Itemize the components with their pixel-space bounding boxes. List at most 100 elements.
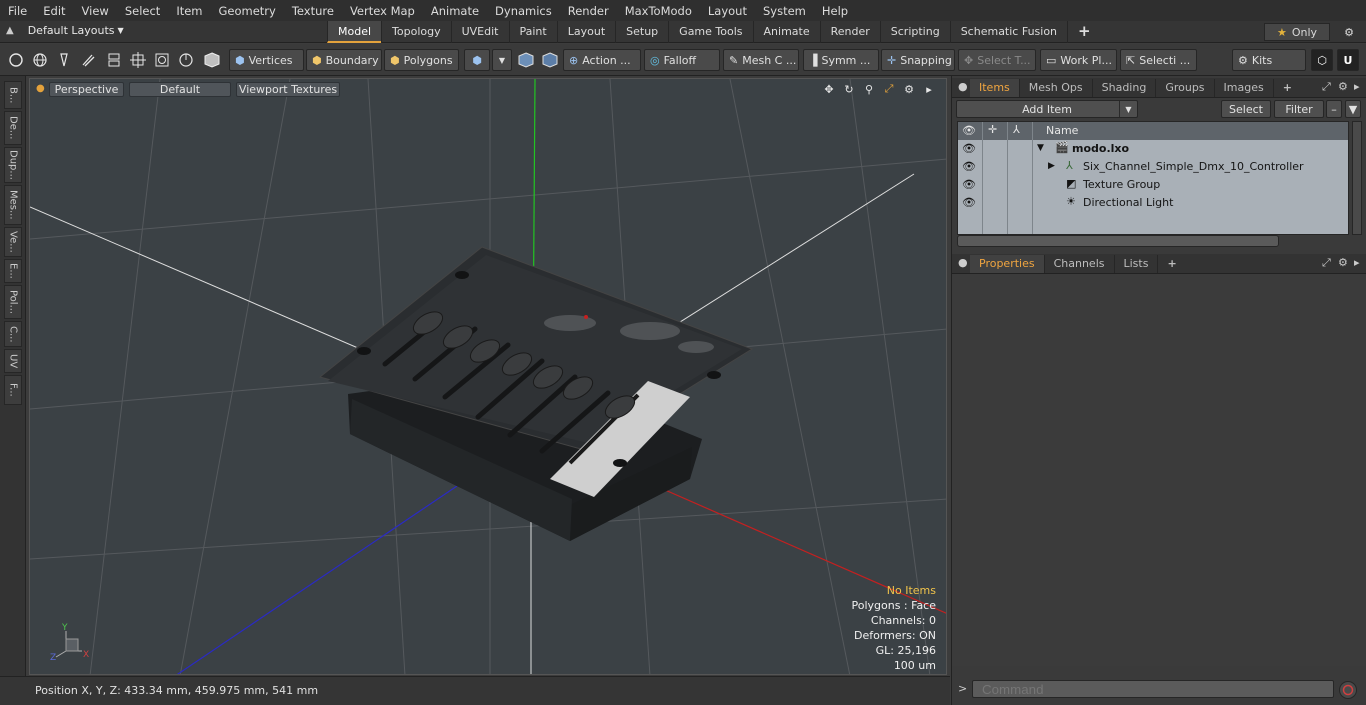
type-column-icon[interactable]: ⅄ bbox=[1013, 123, 1020, 136]
name-column-header[interactable]: Name bbox=[1046, 124, 1078, 137]
vertices-button[interactable]: ⬢ Vertices bbox=[229, 49, 304, 71]
menu-view[interactable]: View bbox=[74, 4, 117, 18]
tab-schematic-fusion[interactable]: Schematic Fusion bbox=[949, 21, 1067, 43]
tab-uvedit[interactable]: UVEdit bbox=[450, 21, 509, 43]
viewport-scene[interactable] bbox=[30, 79, 947, 675]
tab-properties[interactable]: Properties bbox=[970, 255, 1045, 273]
left-tab-edge[interactable]: E... bbox=[4, 259, 22, 283]
boundary-button[interactable]: ⬢ Boundary bbox=[306, 49, 382, 71]
tab-channels[interactable]: Channels bbox=[1045, 255, 1115, 273]
command-history-button[interactable] bbox=[1339, 681, 1357, 699]
select-circle-icon[interactable] bbox=[6, 50, 26, 70]
tab-game-tools[interactable]: Game Tools bbox=[668, 21, 752, 43]
tab-groups[interactable]: Groups bbox=[1156, 79, 1215, 97]
maximize-view-icon[interactable]: ⤢ bbox=[882, 81, 896, 97]
tab-layout[interactable]: Layout bbox=[556, 21, 615, 43]
menu-geometry[interactable]: Geometry bbox=[211, 4, 284, 18]
falloff-button[interactable]: ◎ Falloff bbox=[644, 49, 720, 71]
left-tab-deform[interactable]: De... bbox=[4, 111, 22, 145]
viewport-gear-icon[interactable]: ⚙ bbox=[902, 81, 916, 97]
view-perspective-button[interactable]: Perspective bbox=[49, 82, 124, 97]
left-tab-polygon[interactable]: Pol... bbox=[4, 285, 22, 319]
tree-row-scene[interactable]: 👁 ▼ 🎬 modo.lxo bbox=[958, 140, 1348, 158]
left-tab-vertex[interactable]: Ve... bbox=[4, 227, 22, 257]
globe-icon[interactable] bbox=[30, 50, 50, 70]
lock-column-icon[interactable]: ✛ bbox=[988, 123, 997, 136]
item-mode-icon[interactable] bbox=[202, 50, 222, 70]
item-list-horizontal-scrollbar[interactable] bbox=[957, 235, 1279, 247]
command-input[interactable] bbox=[972, 680, 1334, 698]
menu-layout[interactable]: Layout bbox=[700, 4, 755, 18]
tree-row-directional-light[interactable]: 👁 ☀ Directional Light bbox=[958, 194, 1348, 212]
mode-dropdown-button[interactable]: ▼ bbox=[492, 49, 512, 71]
snapping-button[interactable]: ✛ Snapping bbox=[881, 49, 955, 71]
kits-button[interactable]: ⚙ Kits bbox=[1232, 49, 1306, 71]
expand-arrow-down-icon[interactable]: ▼ bbox=[1037, 143, 1044, 153]
add-panel-tab-plus-icon[interactable]: + bbox=[1274, 79, 1301, 97]
menu-file[interactable]: File bbox=[0, 4, 35, 18]
eye-icon[interactable]: 👁 bbox=[962, 160, 976, 173]
left-tab-mesh-edit[interactable]: Mes... bbox=[4, 185, 22, 225]
filter-button[interactable]: Filter bbox=[1274, 100, 1324, 118]
menu-maxtomodo[interactable]: MaxToModo bbox=[617, 4, 700, 18]
align-icon[interactable] bbox=[104, 50, 124, 70]
3d-viewport[interactable]: ● Perspective Default Viewport Textures … bbox=[29, 78, 947, 675]
viewport-arrow-right-icon[interactable]: ▸ bbox=[922, 81, 936, 97]
select-button[interactable]: Select bbox=[1221, 100, 1271, 118]
element-icon[interactable] bbox=[152, 50, 172, 70]
panel-menu-dot-icon[interactable]: ● bbox=[958, 80, 968, 93]
unreal-button[interactable]: U bbox=[1337, 49, 1359, 71]
panel-gear-icon[interactable]: ⚙ bbox=[1338, 80, 1348, 93]
panel-menu-dot-icon[interactable]: ● bbox=[958, 256, 968, 269]
left-tab-fusion[interactable]: F... bbox=[4, 375, 22, 405]
menu-edit[interactable]: Edit bbox=[35, 4, 73, 18]
panel-arrow-icon[interactable]: ▸ bbox=[1354, 80, 1360, 93]
tab-animate[interactable]: Animate bbox=[752, 21, 820, 43]
tab-lists[interactable]: Lists bbox=[1115, 255, 1159, 273]
tab-setup[interactable]: Setup bbox=[615, 21, 668, 43]
filter-funnel-icon[interactable]: ▼ bbox=[1345, 100, 1361, 118]
menu-item[interactable]: Item bbox=[168, 4, 210, 18]
item-list-vertical-scrollbar[interactable] bbox=[1352, 121, 1362, 235]
center-icon[interactable] bbox=[128, 50, 148, 70]
collapse-icon[interactable]: – bbox=[1326, 100, 1342, 118]
menu-dynamics[interactable]: Dynamics bbox=[487, 4, 560, 18]
add-tab-plus-icon[interactable]: + bbox=[1067, 21, 1101, 43]
tab-scripting[interactable]: Scripting bbox=[879, 21, 950, 43]
unity-button[interactable]: ⬡ bbox=[1311, 49, 1333, 71]
pie-icon[interactable] bbox=[176, 50, 196, 70]
brush-icon[interactable] bbox=[78, 50, 98, 70]
tree-row-mesh[interactable]: 👁 ▶ ⅄ Six_Channel_Simple_Dmx_10_Controll… bbox=[958, 158, 1348, 176]
symmetry-cube-icon[interactable] bbox=[516, 50, 536, 70]
expand-arrow-right-icon[interactable]: ▶ bbox=[1048, 161, 1055, 171]
pen-icon[interactable] bbox=[54, 50, 74, 70]
add-panel-tab-plus-icon[interactable]: + bbox=[1158, 255, 1185, 273]
menu-animate[interactable]: Animate bbox=[423, 4, 487, 18]
mesh-constraint-button[interactable]: ✎ Mesh C ... bbox=[723, 49, 799, 71]
eye-icon[interactable]: 👁 bbox=[962, 142, 976, 155]
select-through-button[interactable]: ✥ Select T... bbox=[958, 49, 1036, 71]
tab-items[interactable]: Items bbox=[970, 79, 1020, 97]
move-view-icon[interactable]: ✥ bbox=[822, 81, 836, 97]
menu-system[interactable]: System bbox=[755, 4, 814, 18]
dmx-controller-model[interactable] bbox=[318, 246, 754, 541]
tab-render[interactable]: Render bbox=[819, 21, 880, 43]
layout-selector[interactable]: Default Layouts ▼ bbox=[28, 24, 124, 37]
left-tab-uv[interactable]: UV bbox=[4, 349, 22, 373]
gear-icon[interactable]: ⚙ bbox=[1340, 23, 1358, 41]
menu-render[interactable]: Render bbox=[560, 4, 617, 18]
viewport-textures-button[interactable]: Viewport Textures bbox=[236, 82, 340, 97]
selection-sets-button[interactable]: ⇱ Selecti ... bbox=[1120, 49, 1197, 71]
only-toggle-button[interactable]: ★ Only bbox=[1264, 23, 1330, 41]
symmetry-button[interactable]: ▐ Symm ... bbox=[803, 49, 879, 71]
panel-expand-icon[interactable]: ⤢ bbox=[1322, 80, 1331, 94]
action-center-button[interactable]: ⊕ Action ... bbox=[563, 49, 641, 71]
eye-icon[interactable]: 👁 bbox=[962, 196, 976, 209]
left-tab-curve[interactable]: C... bbox=[4, 321, 22, 347]
menu-help[interactable]: Help bbox=[814, 4, 856, 18]
zoom-view-icon[interactable]: ⚲ bbox=[862, 81, 876, 97]
left-tab-duplicate[interactable]: Dup... bbox=[4, 147, 22, 183]
texture-cube-icon[interactable] bbox=[540, 50, 560, 70]
menu-vertex-map[interactable]: Vertex Map bbox=[342, 4, 423, 18]
material-mode-button[interactable]: ⬢ bbox=[464, 49, 490, 71]
